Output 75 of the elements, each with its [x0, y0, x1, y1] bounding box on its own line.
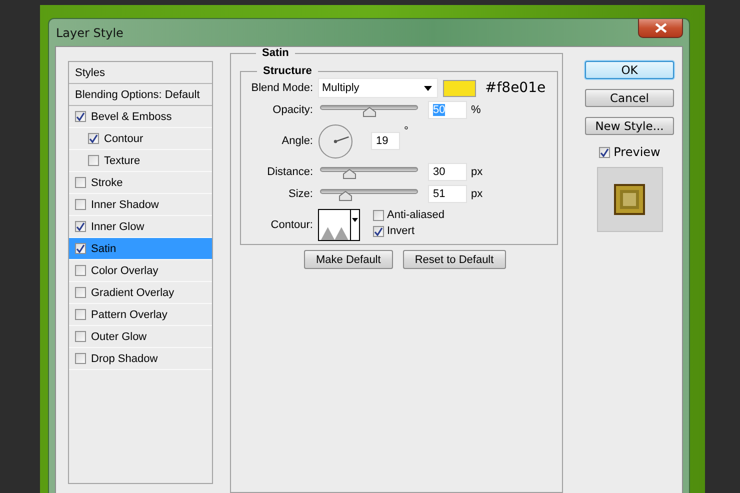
- style-label: Satin: [91, 242, 116, 254]
- style-label: Outer Glow: [91, 330, 147, 342]
- style-label: Color Overlay: [91, 264, 158, 276]
- checkbox[interactable]: [598, 146, 610, 158]
- dropdown-arrow-icon: [424, 86, 432, 90]
- field-label: Contour:: [270, 219, 313, 231]
- checkbox[interactable]: [75, 287, 86, 298]
- group-title: Satin: [261, 47, 290, 59]
- dialog-button[interactable]: Make Default: [304, 250, 393, 269]
- style-list-item[interactable]: Styles: [69, 62, 212, 84]
- group-title: Structure: [262, 65, 313, 77]
- style-list-item[interactable]: Pattern Overlay: [69, 304, 212, 326]
- dialog-button[interactable]: Cancel: [585, 89, 674, 107]
- angle-dial[interactable]: [318, 124, 353, 158]
- checkbox[interactable]: [75, 221, 86, 232]
- style-list-item[interactable]: Texture: [69, 150, 212, 172]
- style-list-item[interactable]: Drop Shadow: [69, 348, 212, 370]
- value-field[interactable]: 19: [371, 132, 400, 150]
- preview-swatch-drawing: [614, 184, 645, 215]
- unit-label: px: [471, 188, 483, 200]
- checkbox-label: Anti-aliased: [387, 209, 444, 221]
- field-label: Size:: [288, 188, 313, 200]
- dropdown-arrow-icon: [352, 218, 358, 222]
- style-label: Drop Shadow: [91, 352, 158, 364]
- color-code: #f8e01e: [485, 80, 546, 96]
- value-field[interactable]: 51: [428, 185, 467, 203]
- dialog-button[interactable]: New Style...: [585, 117, 674, 135]
- checkbox-label: Preview: [614, 145, 660, 159]
- close-icon: [654, 23, 666, 33]
- window-title: Layer Style: [56, 26, 124, 40]
- style-label: Stroke: [91, 176, 123, 188]
- checkbox[interactable]: [75, 331, 86, 342]
- style-list-item[interactable]: Bevel & Emboss: [69, 106, 212, 128]
- contour-picker[interactable]: [318, 209, 360, 241]
- style-label: Gradient Overlay: [91, 286, 174, 298]
- field-label: Angle:: [280, 135, 313, 147]
- checkbox[interactable]: [75, 309, 86, 320]
- style-list-item[interactable]: Inner Shadow: [69, 194, 212, 216]
- style-label: Pattern Overlay: [91, 308, 168, 320]
- dialog-button[interactable]: OK: [585, 61, 674, 79]
- checkbox[interactable]: [373, 210, 384, 220]
- style-label: Texture: [104, 154, 140, 166]
- checkbox[interactable]: [75, 199, 86, 210]
- style-label: Bevel & Emboss: [91, 110, 172, 122]
- unit-label: px: [471, 166, 483, 178]
- checkbox[interactable]: [88, 155, 99, 166]
- style-label: Inner Shadow: [91, 198, 159, 210]
- close-button[interactable]: [638, 19, 683, 38]
- style-list-item[interactable]: Blending Options: Default: [69, 84, 212, 106]
- contour-curve-icon: [321, 227, 348, 240]
- unit-label: %: [471, 104, 481, 116]
- checkbox[interactable]: [75, 353, 86, 364]
- field-label: Opacity:: [272, 104, 313, 116]
- style-list-item[interactable]: Contour: [69, 128, 212, 150]
- dialog-button[interactable]: Reset to Default: [402, 250, 506, 269]
- style-list-item[interactable]: Satin: [69, 238, 212, 260]
- field-label: Blend Mode:: [250, 82, 313, 94]
- unit-label: °: [404, 125, 408, 137]
- color-swatch[interactable]: [443, 80, 476, 96]
- checkbox[interactable]: [75, 111, 86, 122]
- style-label: Contour: [104, 132, 144, 144]
- checkbox-label: Invert: [387, 225, 415, 237]
- checkbox[interactable]: [373, 226, 384, 236]
- checkbox[interactable]: [75, 243, 86, 254]
- checkbox[interactable]: [75, 177, 86, 188]
- field-label: Distance:: [266, 166, 313, 178]
- style-list-item[interactable]: Stroke: [69, 172, 212, 194]
- checkbox[interactable]: [88, 133, 99, 144]
- style-list-item[interactable]: Gradient Overlay: [69, 282, 212, 304]
- style-label: Inner Glow: [91, 220, 144, 232]
- blend-mode-dropdown[interactable]: Multiply: [318, 78, 438, 98]
- style-list-item[interactable]: Color Overlay: [69, 260, 212, 282]
- checkbox[interactable]: [75, 265, 86, 276]
- style-list-item[interactable]: Outer Glow: [69, 326, 212, 348]
- value-field[interactable]: 30: [428, 163, 467, 181]
